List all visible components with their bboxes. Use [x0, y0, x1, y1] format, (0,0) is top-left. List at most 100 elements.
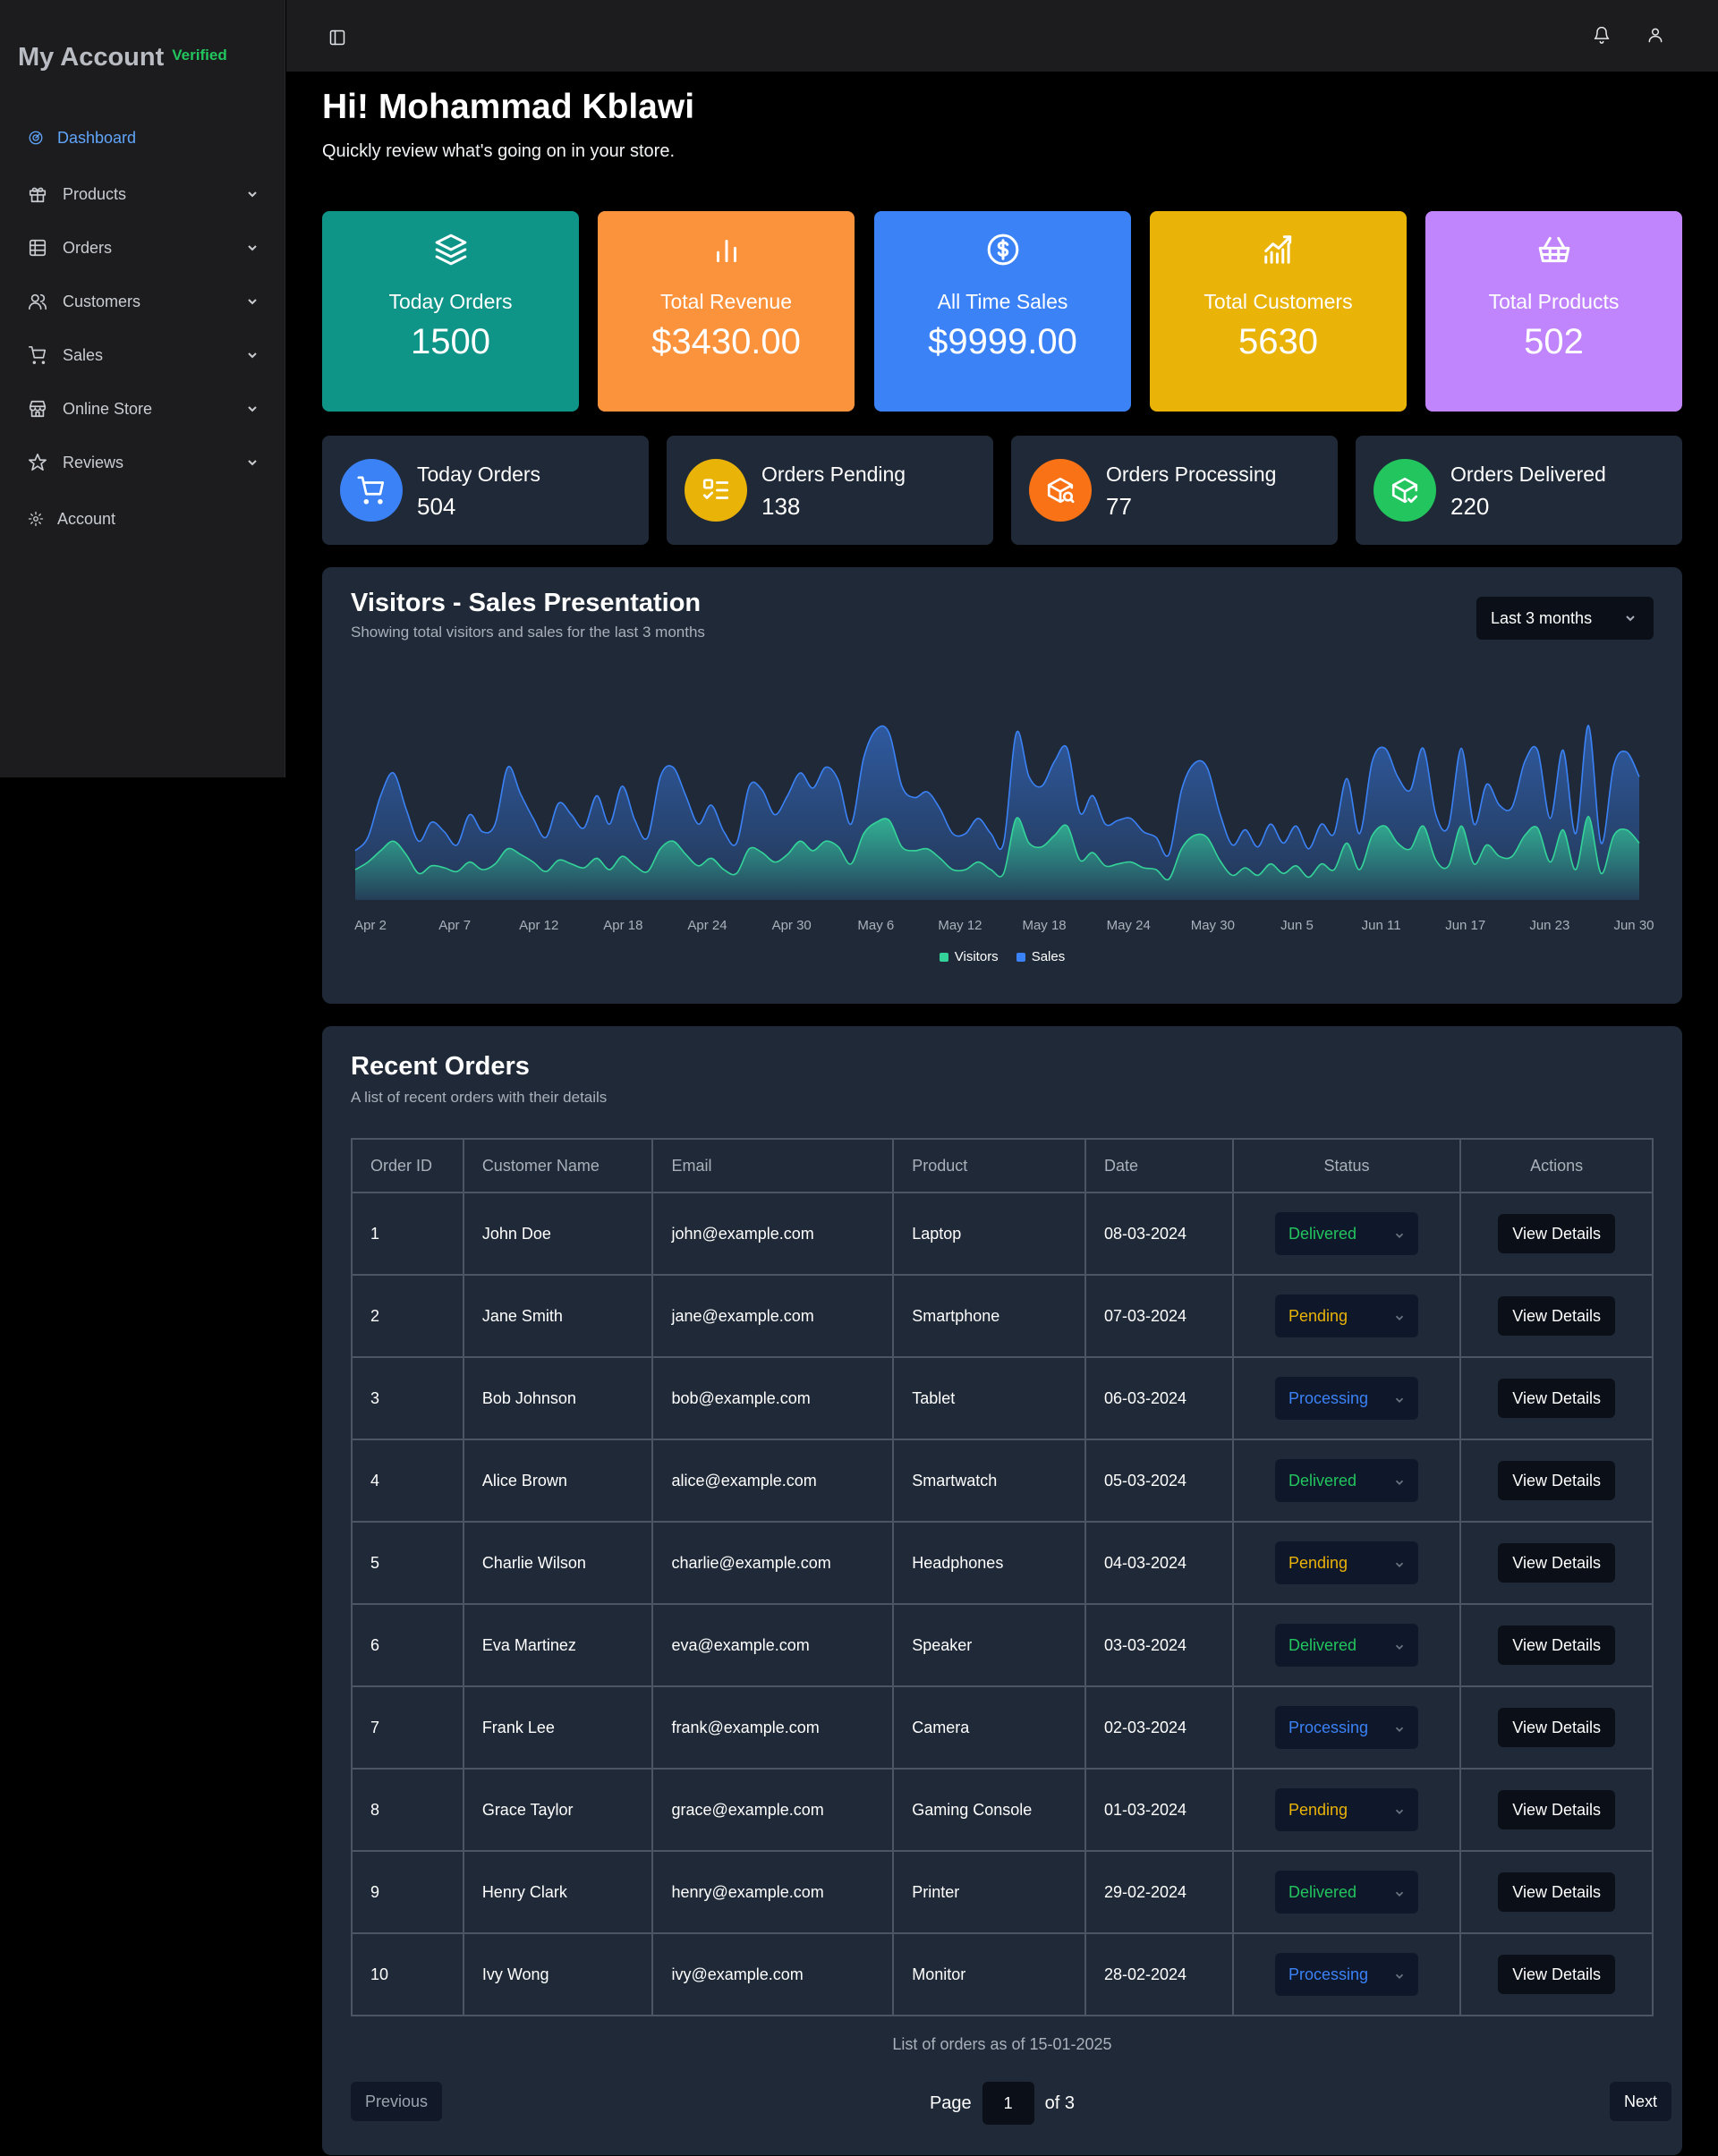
column-header: Status: [1231, 1138, 1462, 1193]
dollar-circle-icon: [874, 233, 1131, 267]
sidebar-item-sales[interactable]: Sales: [27, 337, 259, 373]
stat-card-all-time-sales: All Time Sales $9999.00: [874, 211, 1131, 412]
customer-name-cell: Ivy Wong: [462, 1932, 654, 2016]
sidebar-item-customers[interactable]: Customers: [27, 284, 259, 319]
user-icon[interactable]: [1645, 24, 1666, 46]
table-caption: List of orders as of 15-01-2025: [892, 2035, 1112, 2053]
view-details-button[interactable]: View Details: [1498, 1790, 1616, 1829]
order-id-cell: 6: [351, 1603, 464, 1687]
page-label: Page: [929, 2092, 972, 2113]
view-details-button[interactable]: View Details: [1498, 1872, 1616, 1912]
status-cell: Processing: [1231, 1685, 1462, 1770]
chevron-down-icon: [1393, 1474, 1406, 1487]
chevron-down-icon: [1393, 1968, 1406, 1981]
date-cell: 01-03-2024: [1084, 1768, 1234, 1852]
table-row: 7 Frank Lee frank@example.com Camera 02-03-2…: [351, 1685, 1654, 1770]
product-cell: Printer: [892, 1850, 1086, 1934]
status-select[interactable]: Pending: [1274, 1294, 1418, 1337]
view-details-button[interactable]: View Details: [1498, 1543, 1616, 1583]
sidebar-toggle-icon[interactable]: [327, 27, 348, 48]
view-details-button[interactable]: View Details: [1498, 1625, 1616, 1665]
chevron-down-icon: [1393, 1392, 1406, 1405]
date-cell: 04-03-2024: [1084, 1521, 1234, 1605]
orders-table: Order ID Customer Name Email Product Dat…: [351, 1138, 1654, 2016]
column-header: Order ID: [351, 1138, 464, 1193]
status-cell: Delivered: [1231, 1603, 1462, 1687]
orders-table-body: 1 John Doe john@example.com Laptop 08-03-202…: [351, 1192, 1654, 2016]
email-cell: henry@example.com: [651, 1850, 895, 1934]
view-details-button[interactable]: View Details: [1498, 1461, 1616, 1500]
order-id-cell: 4: [351, 1439, 464, 1523]
status-select[interactable]: Delivered: [1274, 1624, 1418, 1667]
status-value: Pending: [1288, 1800, 1348, 1819]
orders-subtitle: A list of recent orders with their detai…: [351, 1089, 608, 1106]
view-details-button[interactable]: View Details: [1498, 1296, 1616, 1336]
table-row: 4 Alice Brown alice@example.com Smartwatch 0…: [351, 1439, 1654, 1523]
next-button[interactable]: Next: [1609, 2082, 1671, 2121]
product-cell: Monitor: [892, 1932, 1086, 2016]
sidebar: My Account Verified Dashboard Products O…: [0, 0, 285, 777]
mini-stat-label: Orders Pending: [761, 463, 906, 486]
chevron-down-icon: [245, 241, 259, 255]
package-check-icon: [1374, 459, 1436, 522]
sidebar-item-reviews[interactable]: Reviews: [27, 445, 259, 480]
chevron-down-icon: [245, 455, 259, 470]
view-details-button[interactable]: View Details: [1498, 1214, 1616, 1253]
order-id-cell: 3: [351, 1356, 464, 1440]
status-select[interactable]: Delivered: [1274, 1871, 1418, 1914]
order-id-cell: 5: [351, 1521, 464, 1605]
bell-icon[interactable]: [1591, 24, 1612, 46]
view-details-button[interactable]: View Details: [1498, 1955, 1616, 1994]
status-select[interactable]: Delivered: [1274, 1212, 1418, 1255]
stat-label: Total Products: [1488, 290, 1620, 313]
sidebar-item-label: Account: [57, 509, 116, 528]
actions-cell: View Details: [1459, 1274, 1654, 1358]
x-tick-label: May 30: [1191, 918, 1235, 933]
chart-card: Visitors - Sales Presentation Showing to…: [322, 567, 1682, 1004]
status-select[interactable]: Processing: [1274, 1706, 1418, 1749]
layers-icon: [322, 233, 579, 267]
view-details-button[interactable]: View Details: [1498, 1708, 1616, 1747]
mini-stat-orders-delivered: Orders Delivered 220: [1356, 436, 1682, 545]
status-select[interactable]: Pending: [1274, 1788, 1418, 1831]
order-id-cell: 10: [351, 1932, 464, 2016]
sidebar-item-dashboard[interactable]: Dashboard: [27, 120, 259, 156]
status-select[interactable]: Processing: [1274, 1377, 1418, 1420]
x-tick-label: Jun 23: [1529, 918, 1569, 933]
chevron-down-icon: [245, 402, 259, 416]
email-cell: bob@example.com: [651, 1356, 895, 1440]
sidebar-item-label: Online Store: [63, 399, 153, 418]
view-details-button[interactable]: View Details: [1498, 1379, 1616, 1418]
star-icon: [27, 452, 48, 473]
actions-cell: View Details: [1459, 1850, 1654, 1934]
status-cell: Delivered: [1231, 1192, 1462, 1276]
customer-name-cell: Frank Lee: [462, 1685, 654, 1770]
legend-label: Sales: [1031, 949, 1066, 964]
sidebar-item-online-store[interactable]: Online Store: [27, 391, 259, 427]
status-select[interactable]: Delivered: [1274, 1459, 1418, 1502]
column-header: Date: [1084, 1138, 1234, 1193]
gauge-icon: [27, 127, 45, 149]
pagination: Page 1 of 3: [322, 2082, 1682, 2125]
x-tick-label: May 18: [1022, 918, 1066, 933]
sidebar-item-account[interactable]: Account: [27, 501, 259, 537]
date-cell: 06-03-2024: [1084, 1356, 1234, 1440]
chevron-down-icon: [1393, 1886, 1406, 1898]
status-cell: Processing: [1231, 1356, 1462, 1440]
table-row: 9 Henry Clark henry@example.com Printer 29-0…: [351, 1850, 1654, 1934]
stat-label: All Time Sales: [937, 290, 1068, 313]
status-value: Processing: [1288, 1718, 1369, 1736]
sidebar-item-products[interactable]: Products: [27, 176, 259, 212]
x-tick-label: Apr 7: [438, 918, 471, 933]
order-id-cell: 7: [351, 1685, 464, 1770]
column-header: Product: [892, 1138, 1086, 1193]
status-select[interactable]: Pending: [1274, 1541, 1418, 1584]
status-select[interactable]: Processing: [1274, 1953, 1418, 1996]
x-tick-label: Apr 2: [354, 918, 387, 933]
sidebar-item-orders[interactable]: Orders: [27, 230, 259, 266]
page-input[interactable]: 1: [982, 2082, 1034, 2125]
legend-item-visitors: Visitors: [939, 949, 999, 964]
sidebar-item-label: Orders: [63, 238, 113, 257]
stat-value: $3430.00: [651, 322, 801, 361]
chart-trend-icon: [1150, 233, 1407, 267]
